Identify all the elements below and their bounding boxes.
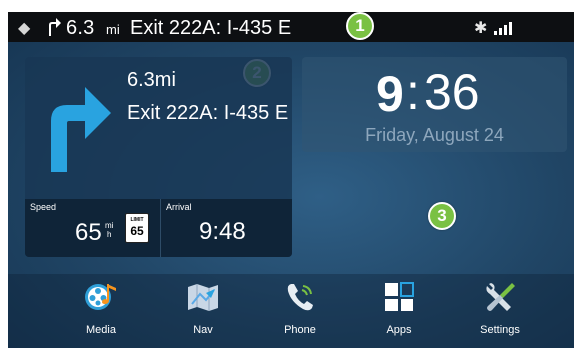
dock-item-media[interactable]: Media [56, 278, 146, 346]
navigation-card[interactable]: 6.3mi Exit 222A: I-435 E Speed 65 mi h L… [25, 57, 292, 257]
dock-label-nav: Nav [193, 324, 213, 336]
apps-grid-icon [385, 282, 414, 311]
callout-marker-3: 3 [428, 202, 456, 230]
arrival-time: 9:48 [199, 218, 246, 245]
map-icon [188, 284, 218, 311]
dock-item-apps[interactable]: Apps [354, 278, 444, 346]
status-distance-unit: mi [106, 22, 120, 37]
bluetooth-icon: ✱ [474, 20, 488, 37]
speed-unit-top: mi [105, 221, 114, 230]
callout-marker-1: 1 [346, 12, 374, 40]
clock-date: Friday, August 24 [365, 125, 504, 145]
speed-unit-bottom: h [107, 230, 112, 239]
turn-right-arrow-icon [51, 87, 111, 172]
arrival-label: Arrival [166, 202, 192, 212]
dock-item-settings[interactable]: Settings [455, 278, 545, 346]
phone-icon [287, 284, 313, 311]
trip-divider [160, 199, 161, 257]
status-bar: ◆ 6.3 mi Exit 222A: I-435 E ✱ [8, 12, 574, 42]
dock-item-phone[interactable]: Phone [255, 278, 345, 346]
dock-label-media: Media [86, 324, 116, 336]
dock-label-settings: Settings [480, 324, 520, 336]
dock-label-apps: Apps [386, 324, 412, 336]
turn-right-small-icon [49, 18, 61, 36]
app-dock: Media Nav Phone Apps Settings [8, 274, 574, 348]
speed-unit: mi h [105, 221, 113, 239]
status-distance: 6.3 [66, 17, 95, 39]
status-exit: Exit 222A: I-435 E [130, 17, 292, 39]
clock-card: 9 : 36 Friday, August 24 [302, 57, 567, 152]
nav-trip-info: Speed 65 mi h LIMIT 65 Arrival 9:48 [25, 199, 292, 257]
clock-minutes: 36 [424, 64, 480, 120]
dock-item-nav[interactable]: Nav [158, 278, 248, 346]
wrench-screwdriver-icon [486, 283, 515, 311]
limit-value: 65 [130, 224, 144, 238]
media-icon [85, 284, 116, 310]
speed-value: 65 [75, 219, 102, 246]
clock-separator: : [406, 64, 420, 120]
navigation-diamond-icon: ◆ [18, 20, 31, 37]
dock-label-phone: Phone [284, 324, 316, 336]
nav-distance: 6.3mi [127, 69, 176, 91]
clock-hour: 9 [376, 66, 404, 122]
signal-bars-icon [490, 19, 516, 35]
speed-label: Speed [30, 202, 57, 212]
head-unit-screen: ◆ 6.3 mi Exit 222A: I-435 E ✱ 1 2 3 6.3m… [8, 12, 574, 348]
nav-exit: Exit 222A: I-435 E [127, 102, 289, 124]
limit-word: LIMIT [130, 217, 144, 223]
speed-limit-sign: LIMIT 65 [125, 213, 149, 243]
